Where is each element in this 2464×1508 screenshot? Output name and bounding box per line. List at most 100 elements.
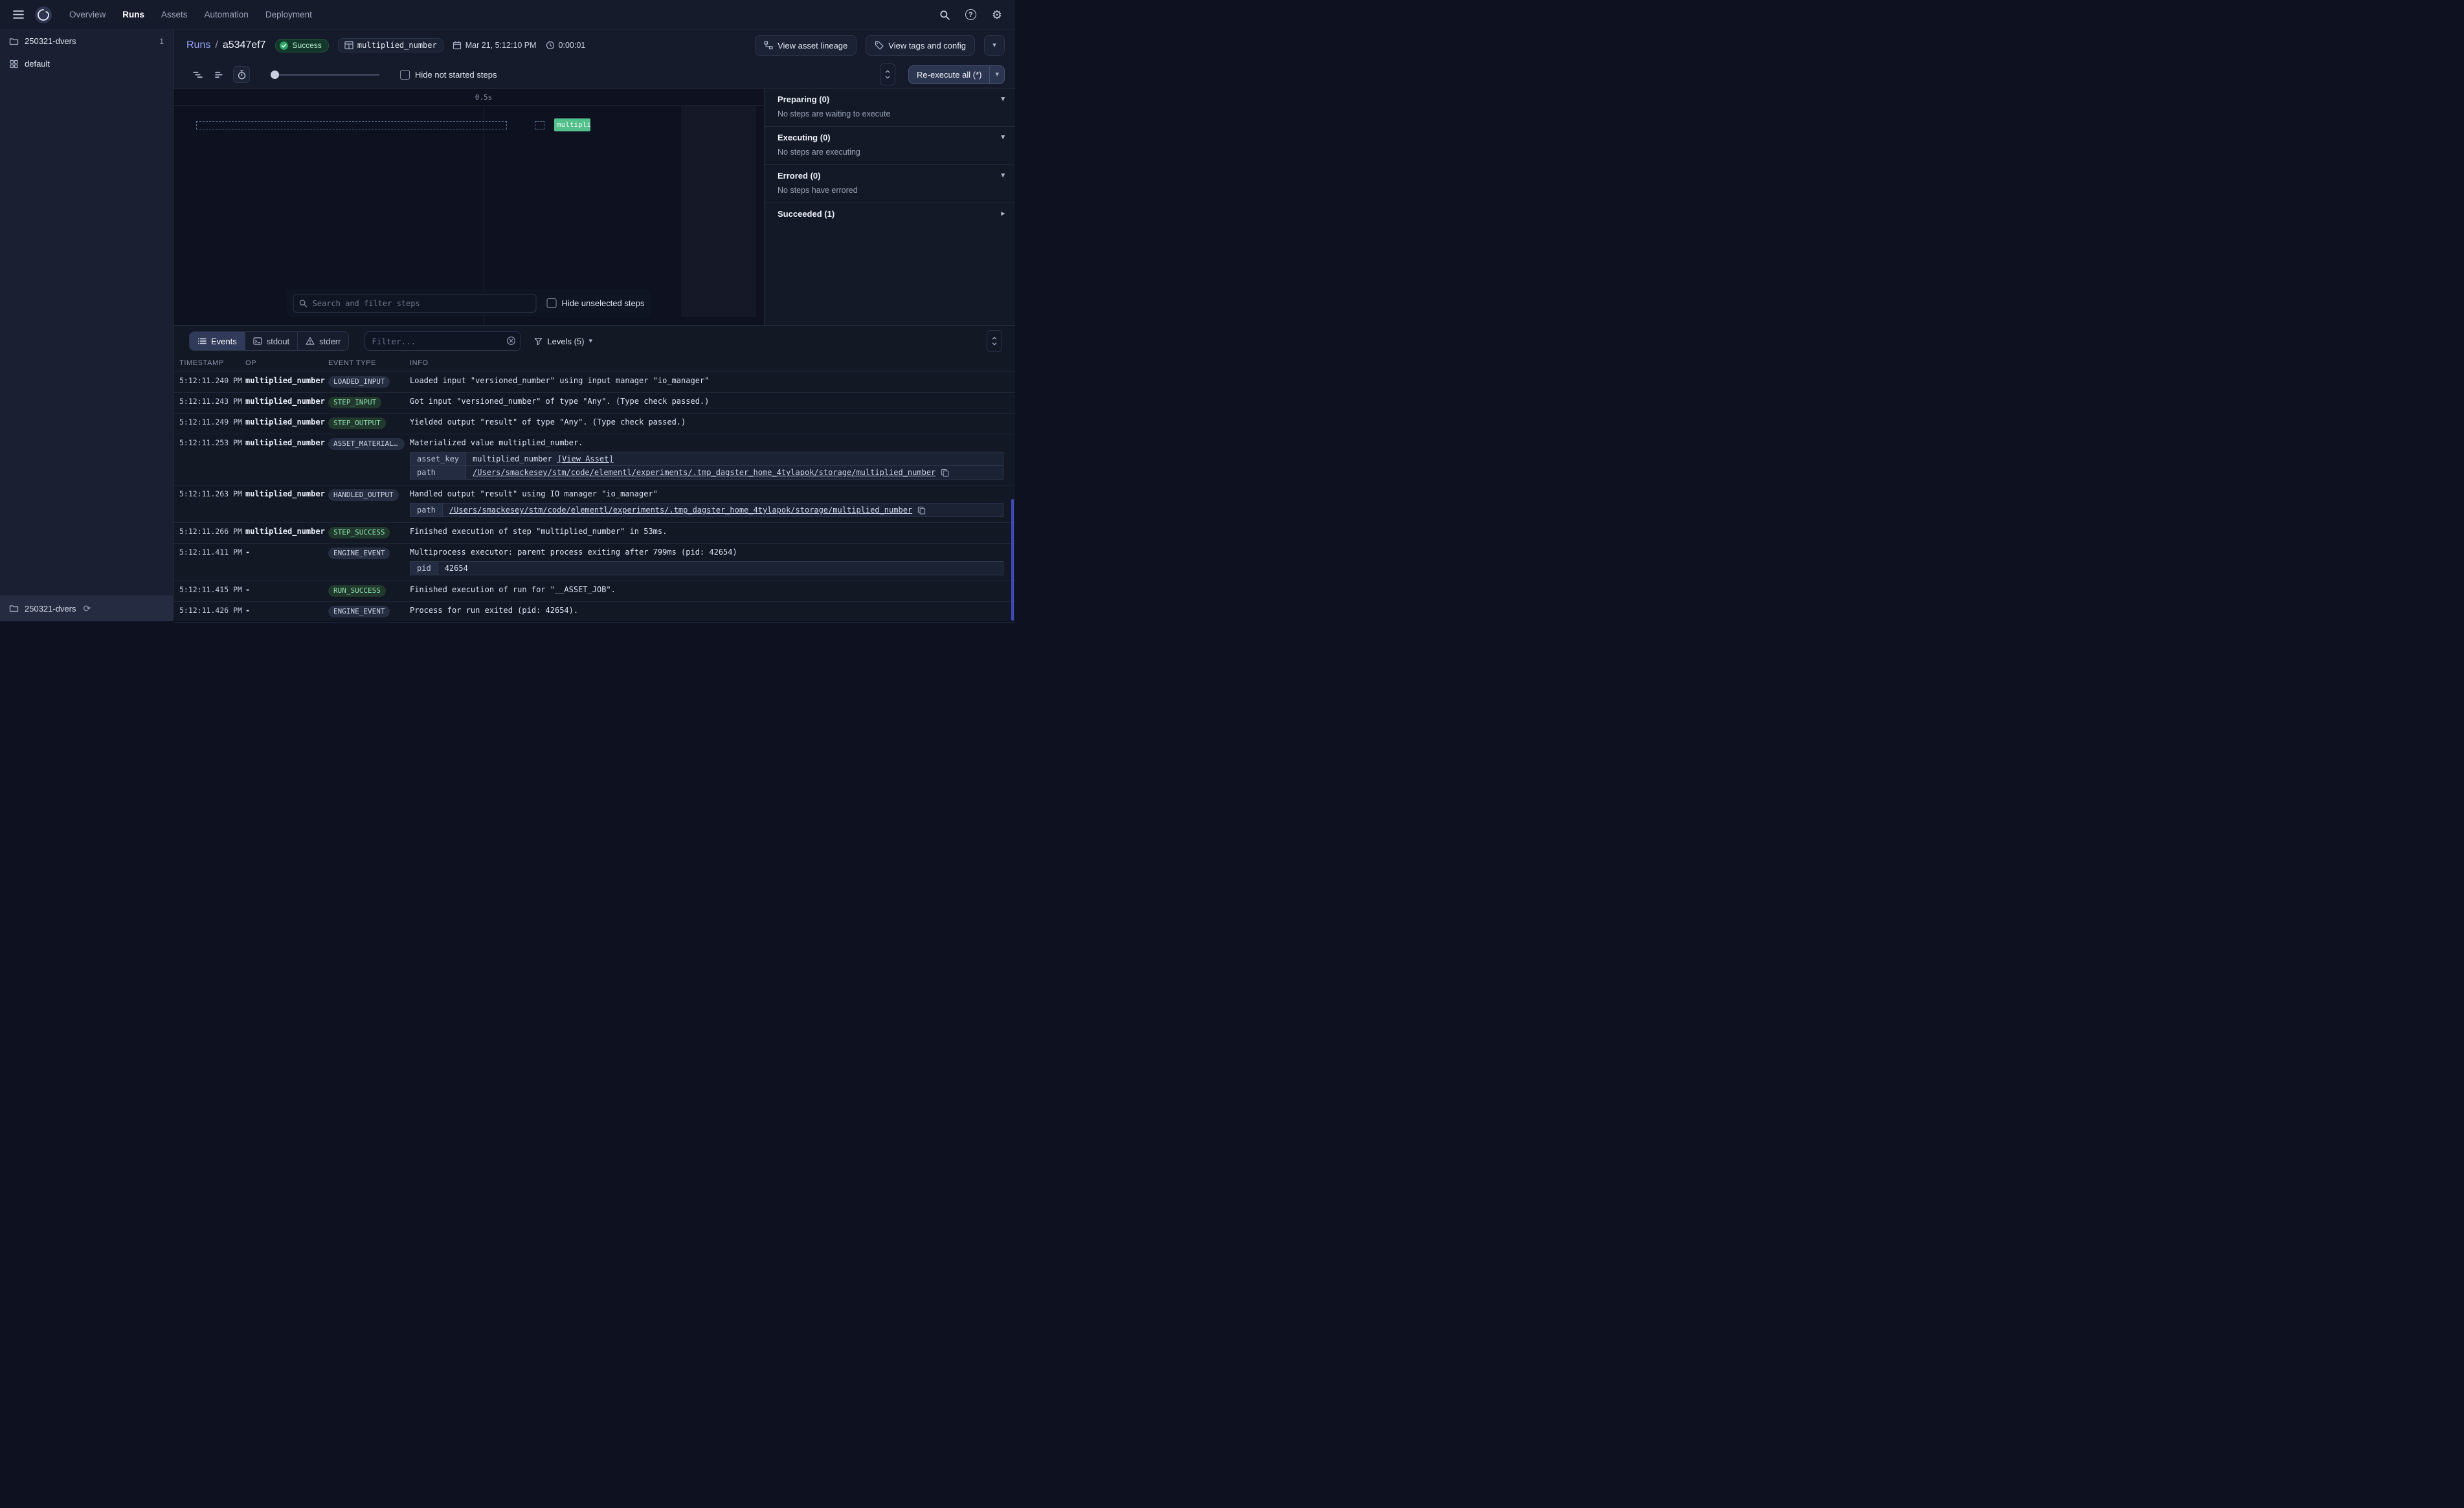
run-datetime-label: Mar 21, 5:12:10 PM — [465, 41, 537, 50]
reexecute-all-button[interactable]: Re-execute all (*) — [909, 66, 989, 83]
flat-view-icon — [215, 70, 225, 80]
steps-panel: Preparing (0) ▾ No steps are waiting to … — [764, 89, 1015, 325]
search-button[interactable] — [937, 7, 952, 23]
log-table-body: 5:12:11.240 PM multiplied_number LOADED_… — [174, 372, 1015, 623]
run-duration: 0:00:01 — [546, 41, 586, 50]
table-row[interactable]: 5:12:11.243 PM multiplied_number STEP_IN… — [174, 393, 1015, 414]
table-row[interactable]: 5:12:11.266 PM multiplied_number STEP_SU… — [174, 523, 1015, 544]
table-row[interactable]: 5:12:11.253 PM multiplied_number ASSET_M… — [174, 434, 1015, 485]
chevron-down-icon: ▾ — [992, 42, 996, 49]
table-row[interactable]: 5:12:11.240 PM multiplied_number LOADED_… — [174, 372, 1015, 393]
nav-right-controls: ? ⚙ — [937, 6, 1005, 23]
main-content: Runs / a5347ef7 Success multiplied_numbe… — [174, 30, 1015, 621]
hamburger-menu-button[interactable] — [10, 7, 27, 22]
table-row[interactable]: 5:12:11.426 PM - ENGINE_EVENT Process fo… — [174, 602, 1015, 623]
sidebar-item-default[interactable]: default — [0, 52, 173, 75]
table-row[interactable]: 5:12:11.249 PM multiplied_number STEP_OU… — [174, 414, 1015, 434]
run-actions-button[interactable]: ▾ — [984, 35, 1005, 56]
pid-value: 42654 — [445, 564, 468, 573]
run-header: Runs / a5347ef7 Success multiplied_numbe… — [174, 30, 1015, 61]
event-info: Materialized value multiplied_number. — [410, 438, 583, 447]
chevron-down-icon: ▾ — [588, 338, 592, 345]
tab-stdout[interactable]: stdout — [245, 331, 298, 351]
steps-section-succeeded-header[interactable]: Succeeded (1) ▸ — [765, 203, 1015, 223]
chevron-down-icon — [884, 75, 891, 80]
steps-section-executing: Executing (0) ▾ No steps are executing — [765, 127, 1015, 165]
run-datetime: Mar 21, 5:12:10 PM — [453, 41, 537, 50]
table-row[interactable]: 5:12:11.415 PM - RUN_SUCCESS Finished ex… — [174, 581, 1015, 602]
metadata-table: asset_key multiplied_number [View Asset]… — [410, 452, 1003, 480]
sidebar-item-workspace[interactable]: 250321-dvers 1 — [0, 30, 173, 52]
metadata-key: path — [410, 466, 466, 480]
slider-knob[interactable] — [271, 71, 279, 79]
steps-section-errored-header[interactable]: Errored (0) ▾ — [765, 165, 1015, 184]
event-info: Handled output "result" using IO manager… — [410, 489, 658, 498]
refresh-icon[interactable]: ⟳ — [84, 603, 91, 614]
item-count: 1 — [159, 37, 164, 46]
log-filter-input[interactable] — [364, 331, 521, 351]
view-tags-config-button[interactable]: View tags and config — [866, 35, 975, 56]
asset-tag[interactable]: multiplied_number — [338, 38, 443, 52]
event-timestamp: 5:12:11.253 PM — [179, 437, 245, 447]
primary-nav: Overview Runs Assets Automation Deployme… — [69, 10, 312, 19]
nav-overview[interactable]: Overview — [69, 10, 106, 19]
copy-icon[interactable] — [917, 506, 926, 515]
run-duration-label: 0:00:01 — [559, 41, 586, 50]
nav-automation[interactable]: Automation — [205, 10, 249, 19]
col-event-type: EVENT TYPE — [328, 359, 410, 367]
view-asset-link[interactable]: [View Asset] — [557, 454, 614, 463]
asset-key-value: multiplied_number — [473, 454, 552, 463]
check-circle-icon — [279, 41, 289, 50]
levels-label: Levels (5) — [547, 337, 584, 346]
table-row[interactable]: 5:12:11.411 PM - ENGINE_EVENT Multiproce… — [174, 544, 1015, 581]
path-link[interactable]: /Users/smackesey/stm/code/elementl/exper… — [449, 505, 912, 515]
help-icon: ? — [965, 9, 976, 20]
hide-unselected-checkbox[interactable]: Hide unselected steps — [547, 298, 645, 308]
dagster-logo[interactable] — [34, 6, 52, 24]
reexecute-dropdown-button[interactable]: ▾ — [989, 66, 1004, 83]
help-button[interactable]: ? — [963, 6, 979, 23]
section-title: Errored (0) — [778, 171, 820, 181]
lineage-icon — [764, 41, 773, 50]
event-timestamp: 5:12:11.249 PM — [179, 416, 245, 427]
steps-section-preparing-header[interactable]: Preparing (0) ▾ — [765, 89, 1015, 108]
tab-stderr[interactable]: stderr — [297, 331, 349, 351]
gantt-view-waterfall-button[interactable] — [189, 66, 206, 83]
gantt-timing-toggle[interactable] — [233, 66, 250, 83]
nav-deployment[interactable]: Deployment — [265, 10, 312, 19]
step-search — [293, 294, 537, 313]
hide-not-started-checkbox[interactable]: Hide not started steps — [400, 70, 497, 80]
nav-assets[interactable]: Assets — [161, 10, 188, 19]
zoom-slider[interactable] — [271, 66, 379, 83]
scrollbar-thumb[interactable] — [1011, 499, 1014, 621]
gantt-view-flat-button[interactable] — [211, 66, 228, 83]
log-section: Events stdout stderr — [174, 325, 1015, 621]
gantt-zoom-stepper[interactable] — [880, 63, 895, 85]
workspace-label: 250321-dvers — [25, 36, 76, 46]
nav-runs[interactable]: Runs — [122, 10, 144, 19]
dagster-logo-icon — [34, 6, 52, 24]
levels-dropdown[interactable]: Levels (5) ▾ — [534, 337, 592, 346]
breadcrumb-runs-link[interactable]: Runs — [186, 39, 210, 51]
clear-filter-icon[interactable] — [506, 336, 516, 348]
gantt-toolbar: Hide not started steps Re-execute all (*… — [174, 61, 1015, 88]
gantt-chart[interactable]: 0.5s multipli.. Hide unselected steps — [174, 89, 764, 325]
warning-icon — [306, 337, 315, 346]
settings-button[interactable]: ⚙ — [989, 6, 1005, 23]
gantt-step-bar[interactable]: multipli.. — [554, 118, 590, 131]
copy-icon[interactable] — [941, 469, 949, 477]
table-row[interactable]: 5:12:11.263 PM multiplied_number HANDLED… — [174, 485, 1015, 523]
search-icon — [299, 299, 308, 307]
step-search-input[interactable] — [293, 294, 537, 313]
tab-events-label: Events — [211, 337, 237, 346]
view-asset-lineage-button[interactable]: View asset lineage — [755, 35, 857, 56]
steps-section-executing-header[interactable]: Executing (0) ▾ — [765, 127, 1015, 146]
sidebar-footer[interactable]: 250321-dvers ⟳ — [0, 595, 173, 621]
tab-events[interactable]: Events — [189, 331, 245, 351]
log-expand-button[interactable] — [987, 330, 1002, 352]
event-info: Got input "versioned_number" of type "An… — [410, 397, 709, 406]
event-op: - — [245, 604, 328, 615]
tag-icon — [875, 41, 884, 50]
path-link[interactable]: /Users/smackesey/stm/code/elementl/exper… — [473, 468, 935, 477]
folder-icon — [9, 37, 19, 46]
